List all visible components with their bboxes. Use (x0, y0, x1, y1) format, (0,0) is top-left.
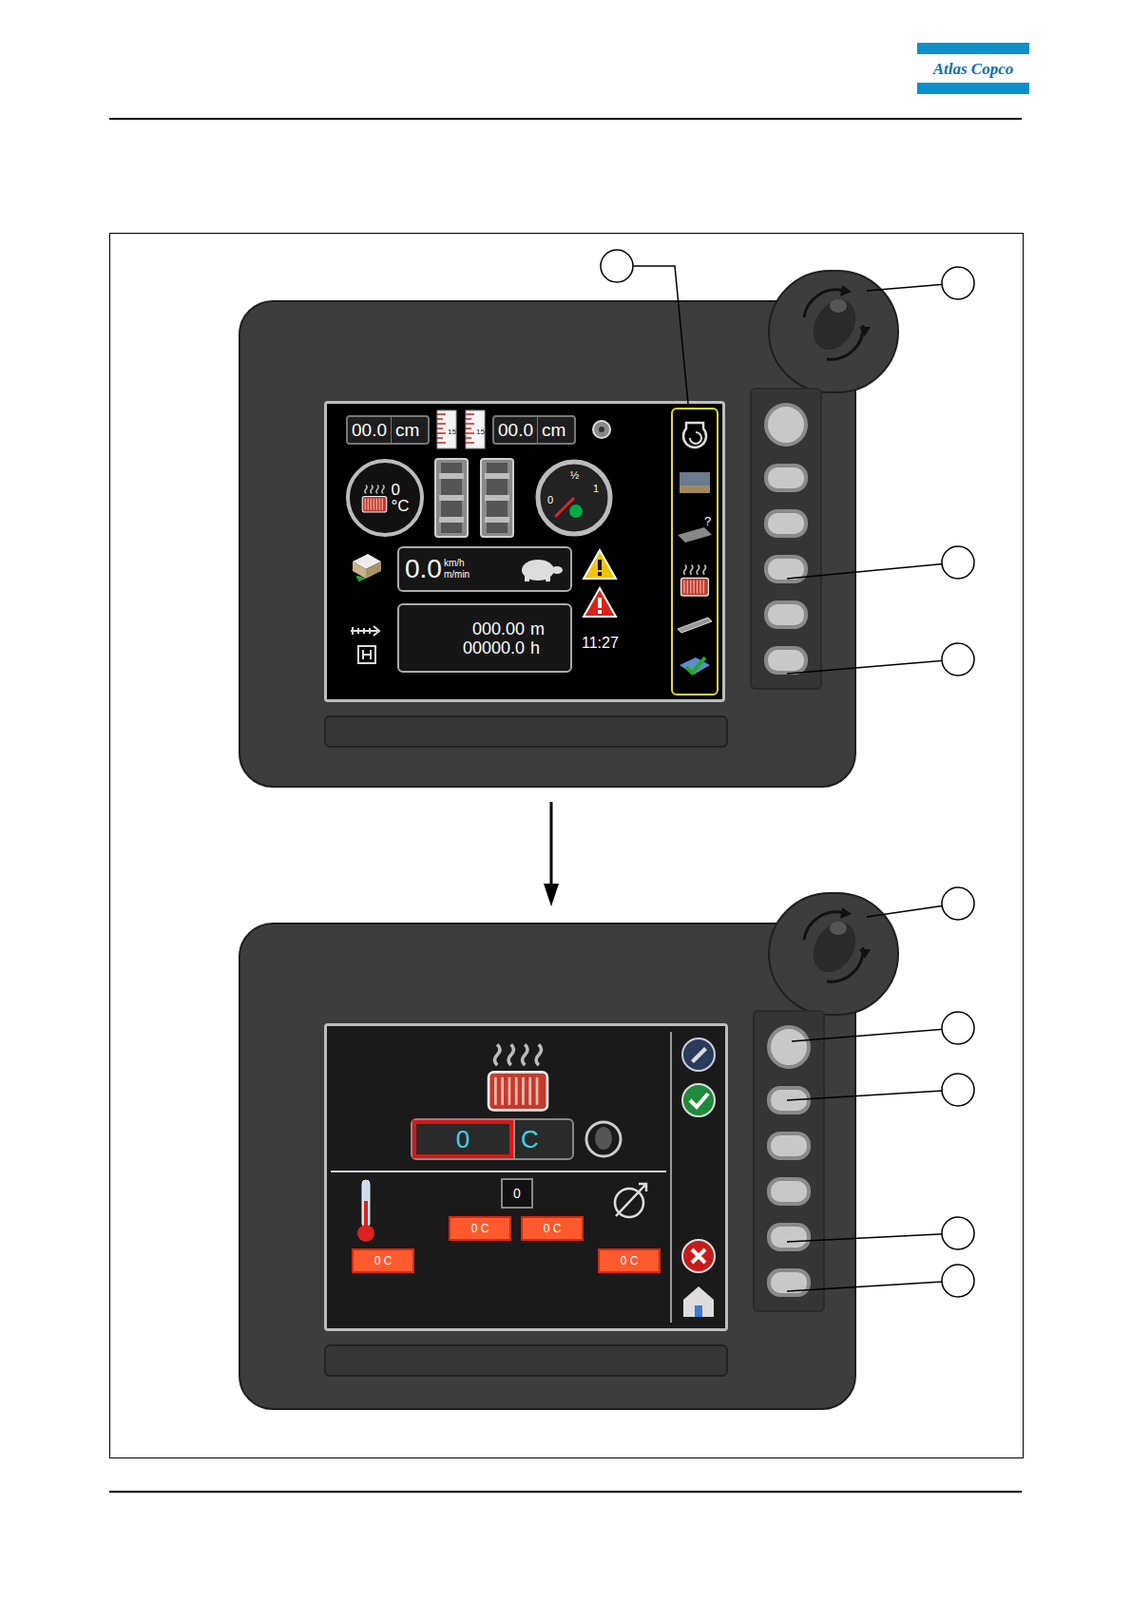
engine-icon[interactable] (678, 419, 711, 452)
diameter-icon (610, 1178, 652, 1223)
main-screen: 00.0cm 15 15 00.0cm 0°C 0 ½ 1 0.0km/hm/min 000.00… (326, 403, 723, 700)
heating-screen: 0C 0 C 0 0 C 0 C 0 C (326, 1026, 726, 1329)
temperature-field: 0 C (448, 1216, 512, 1242)
svg-text:15: 15 (476, 427, 485, 437)
screed-icon[interactable] (675, 613, 714, 637)
display-unit: 0C 0 C 0 0 C 0 C 0 C (238, 922, 857, 1411)
card-slot (324, 715, 729, 748)
cancel-icon[interactable] (679, 1237, 718, 1276)
svg-text:½: ½ (570, 469, 579, 481)
count-box: 0 (500, 1178, 534, 1209)
figure-frame: 00.0cm 15 15 00.0cm 0°C 0 ½ 1 0.0km/hm/min 000.00… (109, 232, 1024, 1459)
soft-button[interactable] (764, 463, 808, 493)
rotary-knob-icon[interactable] (777, 890, 892, 1005)
heater-icon (360, 481, 389, 515)
heater-icon (482, 1037, 554, 1114)
temperature-field: 0 C (520, 1216, 584, 1242)
work-mode-icon (348, 621, 385, 670)
track-icon (479, 457, 516, 539)
edit-icon[interactable] (679, 1035, 718, 1074)
divider (330, 1170, 667, 1173)
temperature-field: 0 C (351, 1248, 415, 1274)
warning-icon (581, 548, 618, 581)
arrow-down-icon (543, 802, 559, 909)
temperature-field: 0 C (597, 1248, 661, 1274)
soft-button[interactable] (766, 1223, 811, 1252)
alarm-icon (581, 586, 618, 619)
ruler-icon: 15 (463, 409, 487, 450)
ruler-icon: 15 (435, 409, 459, 450)
rotary-knob-icon[interactable] (777, 268, 892, 383)
speed-box: 0.0km/hm/min (397, 546, 573, 593)
card-slot (324, 1344, 729, 1378)
heater-gauge: 0°C (345, 459, 424, 537)
svg-text:?: ? (704, 514, 711, 529)
counter-box: 000.00m00000.0h (397, 603, 573, 673)
confirm-icon[interactable] (679, 1081, 718, 1120)
home-icon[interactable] (679, 1283, 718, 1320)
atlas-copco-logo: Atlas Copco (917, 42, 1030, 95)
footer-rule (109, 1491, 1022, 1494)
soft-button[interactable] (764, 555, 808, 584)
track-icon (433, 457, 470, 539)
svg-text:15: 15 (447, 427, 457, 437)
soft-button[interactable] (766, 1131, 811, 1161)
screen-bezel: 0C 0 C 0 0 C 0 C 0 C (324, 1023, 729, 1332)
thickness-box: 00.0cm (345, 415, 430, 445)
clock: 11:27 (581, 632, 619, 655)
svg-text:0: 0 (547, 494, 554, 506)
settings-map-icon[interactable] (676, 651, 713, 685)
round-button[interactable] (766, 1025, 811, 1070)
steering-icon (589, 417, 614, 442)
heater-icon (678, 560, 711, 599)
soft-button[interactable] (766, 1177, 811, 1207)
soft-button[interactable] (764, 646, 808, 675)
header-rule (109, 117, 1022, 120)
fuel-gauge: 0 ½ 1 (534, 458, 614, 538)
soft-button[interactable] (766, 1268, 811, 1298)
knob-icon (581, 1117, 626, 1162)
manual-page: Atlas Copco 00.0cm 15 15 00.0cm 0°C 0 ½ 1 0.0km/h… (0, 0, 1131, 1600)
screed-help-icon[interactable]: ? (675, 514, 714, 547)
paver-icon (348, 550, 385, 583)
material-icon[interactable] (676, 466, 713, 499)
round-button[interactable] (764, 402, 808, 447)
thickness-box: 00.0cm (492, 415, 576, 445)
thermometer-icon (351, 1178, 381, 1246)
button-column (752, 1010, 825, 1313)
turtle-icon (515, 555, 565, 584)
soft-button[interactable] (764, 600, 808, 630)
soft-button[interactable] (766, 1086, 811, 1115)
menu-column: ? (670, 407, 719, 696)
display-unit: 00.0cm 15 15 00.0cm 0°C 0 ½ 1 0.0km/hm/min 000.00… (238, 300, 857, 788)
screen-bezel: 00.0cm 15 15 00.0cm 0°C 0 ½ 1 0.0km/hm/min 000.00… (324, 401, 726, 703)
svg-text:1: 1 (593, 482, 599, 495)
setpoint-field[interactable]: 0C (410, 1118, 575, 1161)
button-column (749, 387, 823, 691)
soft-key-column (670, 1032, 726, 1323)
soft-button[interactable] (764, 509, 808, 538)
callouts (110, 233, 1025, 1460)
